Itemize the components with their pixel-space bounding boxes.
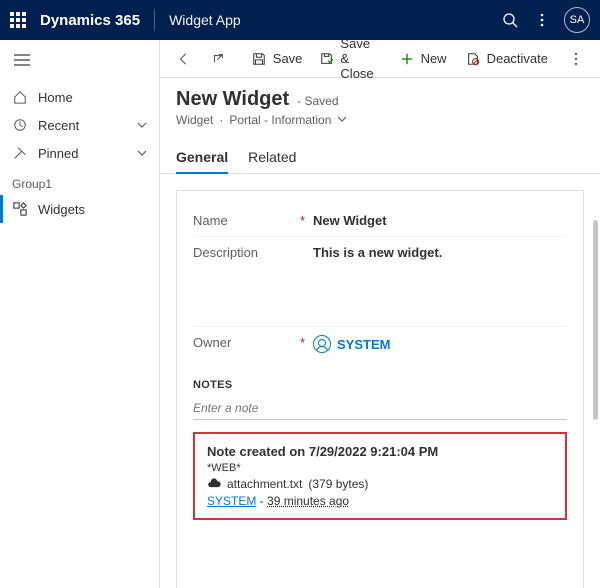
sidebar-group-label: Group1 (0, 167, 159, 195)
saved-indicator: - Saved (297, 94, 338, 108)
main-area: Save Save & Close New Deactivate New Wid… (160, 40, 600, 588)
deactivate-button[interactable]: Deactivate (457, 47, 556, 71)
attachment-name: attachment.txt (227, 477, 302, 491)
required-indicator: * (300, 213, 305, 228)
chevron-down-icon[interactable] (337, 113, 347, 127)
divider (154, 9, 155, 31)
field-label: Owner (193, 335, 231, 350)
attachment-size: (379 bytes) (308, 477, 368, 491)
clock-icon (12, 117, 28, 133)
cloud-icon (207, 477, 221, 491)
pin-icon (12, 145, 28, 161)
save-close-button[interactable]: Save & Close (312, 40, 388, 85)
home-icon (12, 89, 28, 105)
sidebar-item-label: Pinned (38, 146, 78, 161)
widgets-icon (12, 201, 28, 217)
note-input[interactable] (193, 397, 567, 420)
plus-icon (399, 51, 415, 67)
more-icon (568, 51, 584, 67)
cmd-label: Deactivate (487, 51, 548, 66)
note-timestamp: 39 minutes ago (267, 494, 349, 508)
field-value: This is a new widget. (313, 245, 442, 260)
save-icon (251, 51, 267, 67)
owner-value[interactable]: SYSTEM (313, 335, 390, 353)
notes-heading: NOTES (193, 379, 567, 391)
cmd-label: Save (273, 51, 303, 66)
overflow-button[interactable] (560, 47, 592, 71)
app-name: Widget App (169, 12, 241, 28)
field-description[interactable]: Description This is a new widget. (193, 236, 567, 326)
sidebar-item-widgets[interactable]: Widgets (0, 195, 159, 223)
field-label: Name (193, 213, 228, 228)
app-launcher-icon[interactable] (10, 12, 26, 28)
note-web-tag: *WEB* (207, 462, 553, 474)
note-title: Note created on 7/29/2022 9:21:04 PM (207, 444, 553, 459)
note-card: Note created on 7/29/2022 9:21:04 PM *WE… (193, 432, 567, 520)
sidebar-item-label: Home (38, 90, 73, 105)
sidebar-item-pinned[interactable]: Pinned (0, 139, 159, 167)
more-icon[interactable] (526, 4, 558, 36)
crumb-form[interactable]: Portal - Information (229, 113, 331, 127)
form-card: Name * New Widget Description This is a n… (176, 190, 584, 588)
cmd-label: New (421, 51, 447, 66)
note-attachment[interactable]: attachment.txt (379 bytes) (207, 477, 553, 491)
back-icon (176, 51, 192, 67)
hamburger-icon[interactable] (0, 40, 159, 83)
tab-general[interactable]: General (176, 141, 228, 173)
open-new-button[interactable] (202, 47, 234, 71)
deactivate-icon (465, 51, 481, 67)
top-bar: Dynamics 365 Widget App SA (0, 0, 600, 40)
field-owner[interactable]: Owner * SYSTEM (193, 326, 567, 361)
chevron-down-icon (137, 118, 147, 133)
note-meta: SYSTEM - 39 minutes ago (207, 494, 553, 508)
owner-name: SYSTEM (337, 337, 390, 352)
open-icon (210, 51, 226, 67)
command-bar: Save Save & Close New Deactivate (160, 40, 600, 78)
record-header: New Widget - Saved Widget · Portal - Inf… (160, 78, 600, 127)
field-value: New Widget (313, 213, 387, 228)
search-icon[interactable] (494, 4, 526, 36)
sidebar-item-recent[interactable]: Recent (0, 111, 159, 139)
person-icon (313, 335, 331, 353)
sidebar-item-label: Recent (38, 118, 79, 133)
field-name[interactable]: Name * New Widget (193, 205, 567, 236)
chevron-down-icon (137, 146, 147, 161)
crumb-entity: Widget (176, 113, 213, 127)
sidebar-item-label: Widgets (38, 202, 85, 217)
tab-bar: General Related (160, 141, 600, 174)
field-label: Description (193, 245, 258, 260)
new-button[interactable]: New (391, 47, 455, 71)
back-button[interactable] (168, 47, 200, 71)
required-indicator: * (300, 335, 305, 350)
save-button[interactable]: Save (243, 47, 311, 71)
page-title: New Widget (176, 88, 289, 111)
save-close-icon (320, 51, 334, 67)
tab-related[interactable]: Related (248, 141, 296, 173)
note-author[interactable]: SYSTEM (207, 494, 256, 508)
sidebar: Home Recent Pinned Group1 Widgets (0, 40, 160, 588)
brand-label: Dynamics 365 (40, 12, 140, 29)
avatar[interactable]: SA (564, 7, 590, 33)
scrollbar[interactable] (593, 220, 598, 420)
sidebar-item-home[interactable]: Home (0, 83, 159, 111)
cmd-label: Save & Close (340, 40, 380, 81)
breadcrumb: Widget · Portal - Information (176, 113, 584, 127)
